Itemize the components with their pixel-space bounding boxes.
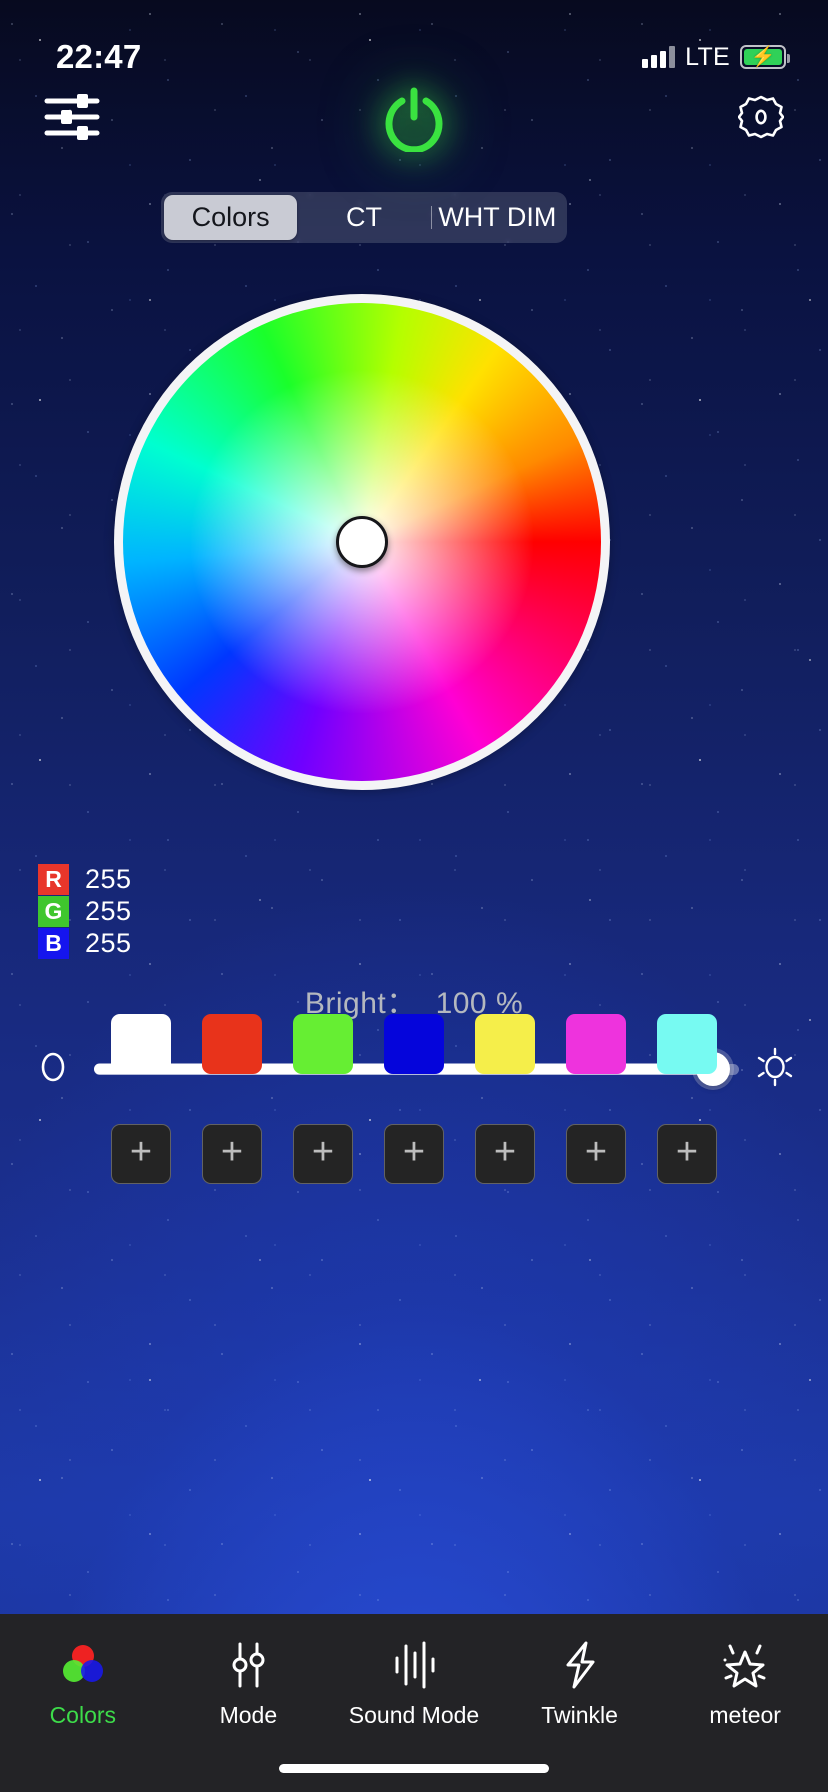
plus-icon: + <box>675 1131 699 1173</box>
nav-label-mode: Mode <box>219 1702 278 1728</box>
nav-label-colors: Colors <box>49 1702 117 1728</box>
sparkle-star-icon <box>720 1640 770 1690</box>
plus-icon: + <box>584 1131 608 1173</box>
sliders-vertical-icon <box>223 1640 273 1690</box>
lightning-bolt-icon <box>555 1640 605 1690</box>
home-indicator[interactable] <box>279 1764 549 1773</box>
plus-icon: + <box>402 1131 426 1173</box>
network-type-label: LTE <box>685 42 730 71</box>
tab-colors-label: Colors <box>191 202 270 232</box>
rgb-row-g: G 255 <box>38 896 132 927</box>
plus-icon: + <box>129 1131 153 1173</box>
color-wheel-thumb[interactable] <box>336 516 388 568</box>
preset-red[interactable] <box>202 1014 262 1074</box>
preset-yellow[interactable] <box>475 1014 535 1074</box>
nav-item-colors[interactable]: Colors <box>0 1640 166 1729</box>
audio-bars-icon <box>389 1640 439 1690</box>
tab-wht-dim[interactable]: WHT DIM <box>430 195 564 240</box>
add-color-slot[interactable]: + <box>293 1124 353 1184</box>
rgb-readout: R 255 G 255 B 255 <box>38 864 132 960</box>
add-color-slot[interactable]: + <box>657 1124 717 1184</box>
plus-icon: + <box>311 1131 335 1173</box>
signal-strength-icon <box>642 46 676 68</box>
preset-blue[interactable] <box>384 1014 444 1074</box>
mode-segmented-control[interactable]: Colors CT WHT DIM <box>161 192 567 243</box>
add-color-slot[interactable]: + <box>111 1124 171 1184</box>
bottom-navigation: Colors Mode Sound Mode Twinkle meteor <box>0 1614 828 1792</box>
status-bar: 22:47 LTE ⚡ <box>0 0 828 92</box>
nav-label-sound-mode: Sound Mode <box>348 1702 480 1728</box>
battery-icon: ⚡ <box>740 45 790 69</box>
custom-color-slot-row: + + + + + + + <box>0 1124 828 1184</box>
rgb-badge-g: G <box>38 896 69 927</box>
rgb-badge-b: B <box>38 928 69 959</box>
rgb-value-g: 255 <box>85 896 132 926</box>
plus-icon: + <box>220 1131 244 1173</box>
nav-item-mode[interactable]: Mode <box>166 1640 332 1729</box>
charging-bolt-icon: ⚡ <box>750 46 776 68</box>
rgb-row-b: B 255 <box>38 928 132 959</box>
nav-item-meteor[interactable]: meteor <box>662 1640 828 1729</box>
status-indicators: LTE ⚡ <box>642 42 790 72</box>
preset-color-row <box>0 1014 828 1074</box>
preset-magenta[interactable] <box>566 1014 626 1074</box>
status-clock: 22:47 <box>56 38 142 75</box>
preset-green[interactable] <box>293 1014 353 1074</box>
add-color-slot[interactable]: + <box>566 1124 626 1184</box>
app-screen: 22:47 LTE ⚡ Colors CT WHT DIM R 255 G 25… <box>0 0 828 1792</box>
color-wheel[interactable] <box>114 294 610 790</box>
tab-wht-dim-label: WHT DIM <box>438 202 557 232</box>
preset-white[interactable] <box>111 1014 171 1074</box>
nav-item-twinkle[interactable]: Twinkle <box>497 1640 663 1729</box>
nav-item-sound-mode[interactable]: Sound Mode <box>331 1640 497 1729</box>
tab-ct[interactable]: CT <box>297 195 430 240</box>
add-color-slot[interactable]: + <box>475 1124 535 1184</box>
sliders-icon[interactable] <box>44 92 100 147</box>
rgb-value-b: 255 <box>85 928 132 958</box>
rgb-badge-r: R <box>38 864 69 895</box>
rgb-value-r: 255 <box>85 864 132 894</box>
nav-label-meteor: meteor <box>709 1702 781 1728</box>
add-color-slot[interactable]: + <box>202 1124 262 1184</box>
add-color-slot[interactable]: + <box>384 1124 444 1184</box>
app-header <box>0 86 828 152</box>
tab-ct-label: CT <box>345 202 382 232</box>
rgb-row-r: R 255 <box>38 864 132 895</box>
rgb-circles-icon <box>58 1640 108 1690</box>
gear-icon[interactable] <box>737 94 785 145</box>
nav-label-twinkle: Twinkle <box>541 1702 618 1728</box>
plus-icon: + <box>493 1131 517 1173</box>
preset-cyan[interactable] <box>657 1014 717 1074</box>
tab-colors[interactable]: Colors <box>164 195 298 240</box>
